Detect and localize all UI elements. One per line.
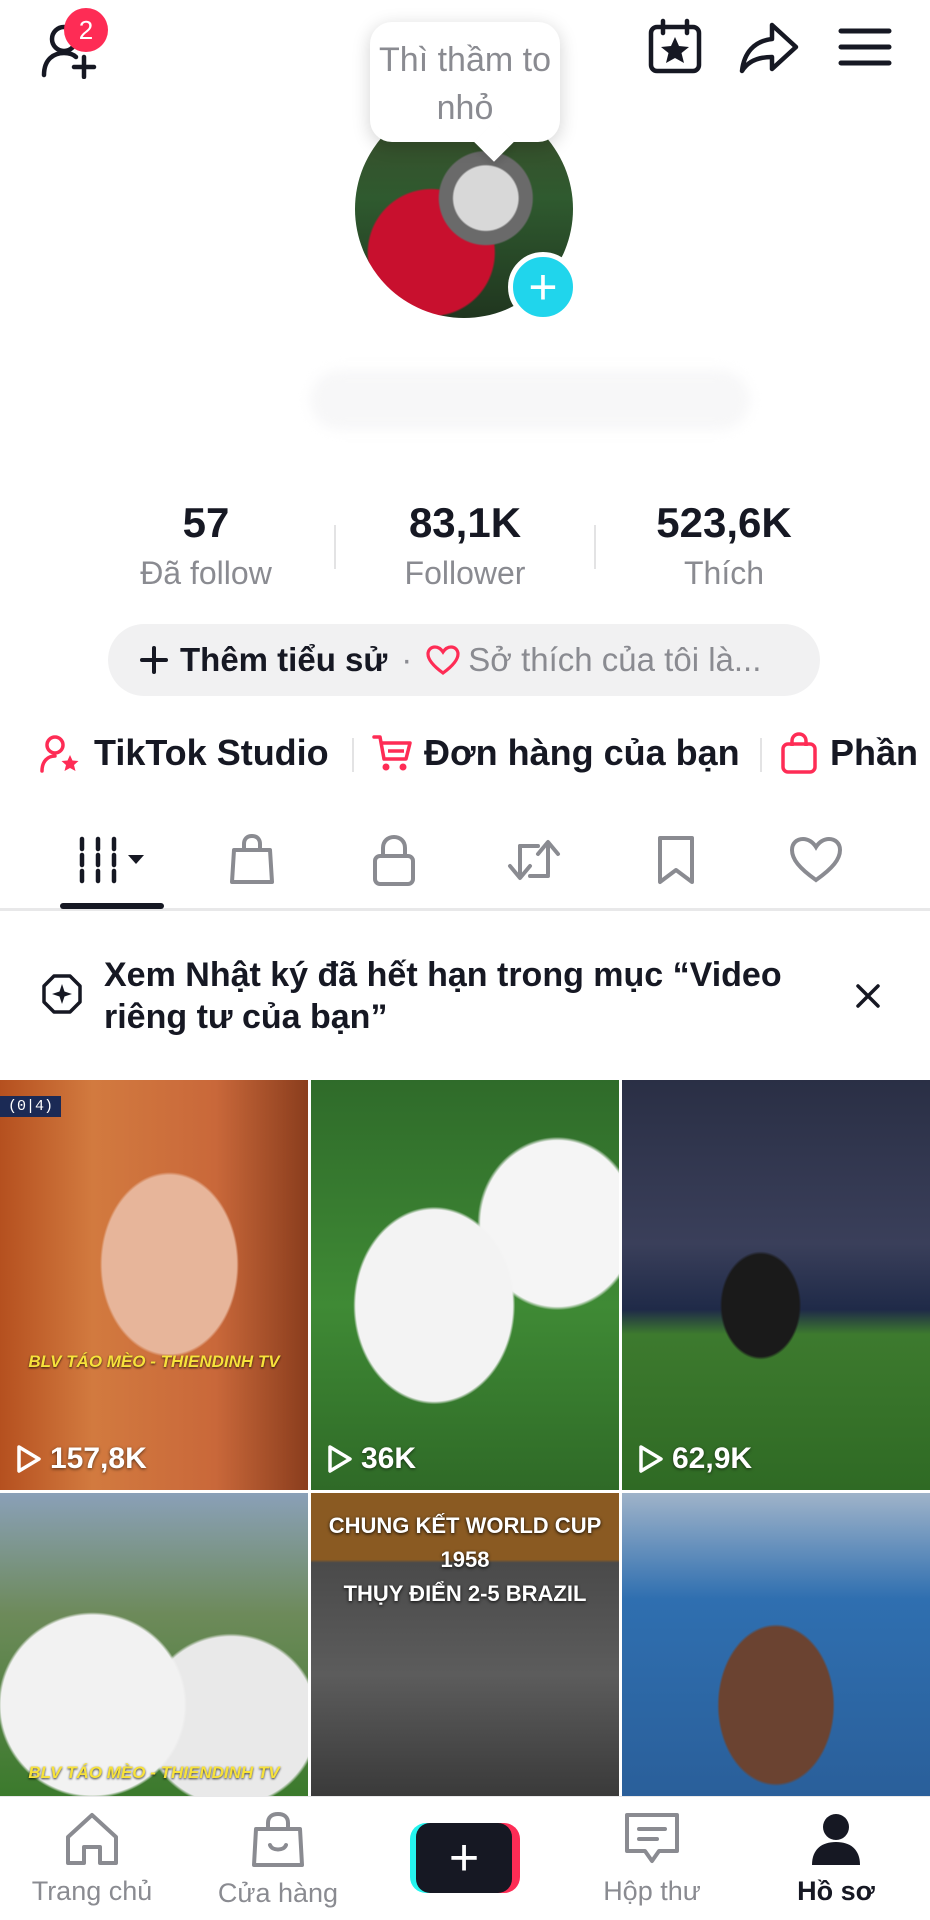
view-count: 157,8K [16,1442,147,1476]
video-thumbnail[interactable]: (0|4) BLV TÁO MÈO - THIENDINH TV 157,8K [0,1080,308,1490]
nav-profile-label: Hồ sơ [797,1876,875,1906]
tab-favorites[interactable] [626,825,726,895]
watermark: BLV TÁO MÈO - THIENDINH TV [28,1352,280,1371]
inbox-icon [625,1813,679,1863]
bottom-nav: Trang chủ Cửa hàng + Hộp thư Hồ sơ [0,1796,930,1920]
orders-label: Đơn hàng của bạn [424,732,740,773]
heart-icon [789,836,843,883]
stat-following[interactable]: 57 Đã follow [76,495,336,595]
play-icon [328,1445,352,1473]
followers-count: 83,1K [408,499,522,546]
shop-label: Phần [830,732,919,773]
tab-liked[interactable] [766,825,866,895]
lock-icon [373,834,415,886]
nav-home[interactable]: Trang chủ [12,1811,172,1907]
video-caption: CHUNG KẾT WORLD CUP 1958 THỤY ĐIỂN 2-5 B… [311,1509,619,1611]
video-grid: (0|4) BLV TÁO MÈO - THIENDINH TV 157,8K … [0,1080,930,1796]
nav-inbox[interactable]: Hộp thư [572,1811,732,1907]
caption-line: CHUNG KẾT WORLD CUP 1958 [328,1513,602,1572]
profile-icon [812,1814,860,1865]
watermark: BLV TÁO MÈO - THIENDINH TV [28,1763,280,1782]
heart-outline-icon [426,645,460,675]
interests-placeholder: Sở thích của tôi là... [468,641,762,678]
bio-separator: · [401,641,413,678]
content-tabs [0,815,930,911]
following-count: 57 [182,499,230,546]
add-bio-button[interactable]: Thêm tiểu sử · Sở thích của tôi là... [108,624,820,696]
tab-reposts[interactable] [484,825,584,895]
nav-profile[interactable]: Hồ sơ [756,1811,916,1907]
profile-stats: 57 Đã follow 83,1K Follower 523,6K Thích [0,495,930,595]
nav-shop[interactable]: Cửa hàng [198,1811,358,1909]
stat-followers[interactable]: 83,1K Follower [335,495,595,595]
video-thumbnail[interactable]: CHUNG KẾT WORLD CUP 1958 THỤY ĐIỂN 2-5 B… [311,1493,619,1796]
caption-line: THỤY ĐIỂN 2-5 BRAZIL [343,1581,587,1606]
friend-request-badge: 2 [64,8,108,52]
tiktok-studio-label: TikTok Studio [94,732,329,773]
likes-count: 523,6K [656,499,792,546]
divider [352,738,354,772]
play-icon [17,1445,41,1473]
repost-icon [508,840,560,880]
whisper-tooltip[interactable]: Thì thầm to nhỏ [370,22,560,142]
bag-icon [780,732,818,774]
shop-link[interactable]: Phần [780,728,918,778]
close-icon[interactable] [854,982,882,1010]
view-count-label: 157,8K [50,1442,147,1475]
plus-icon: + [416,1823,512,1893]
video-thumbnail[interactable]: 36K [311,1080,619,1490]
orders-link[interactable]: Đơn hàng của bạn [372,728,740,778]
nav-shop-label: Cửa hàng [217,1878,339,1908]
video-thumbnail[interactable]: 62,9K [622,1080,930,1490]
followers-label: Follower [404,555,526,591]
video-thumbnail[interactable] [622,1493,930,1796]
tab-shop[interactable] [202,825,302,895]
calendar-button[interactable] [642,14,708,80]
nav-inbox-label: Hộp thư [603,1876,701,1906]
following-label: Đã follow [140,555,272,591]
tab-private[interactable] [344,825,444,895]
username-blurred [310,370,750,430]
view-count: 62,9K [638,1442,752,1476]
shop-bag-icon [230,834,274,884]
bookmark-icon [658,836,694,884]
videos-grid-icon [79,836,144,884]
active-tab-indicator [60,903,164,909]
share-button[interactable] [734,14,804,80]
expired-stories-notice[interactable]: Xem Nhật ký đã hết hạn trong mục “Video … [0,942,930,1052]
tiktok-studio-link[interactable]: TikTok Studio [40,728,329,778]
profile-links: TikTok Studio Đơn hàng của bạn Phần [0,728,930,778]
divider [760,738,762,772]
nav-home-label: Trang chủ [31,1876,153,1906]
tab-videos[interactable] [62,825,162,895]
likes-label: Thích [683,555,765,591]
calendar-star-icon [648,18,702,74]
add-avatar-icon[interactable]: + [508,252,578,322]
cart-icon [372,733,412,773]
play-icon [639,1445,663,1473]
view-count-label: 62,9K [672,1442,753,1475]
hamburger-menu-icon [838,28,892,66]
share-icon [739,22,799,74]
video-thumbnail[interactable]: BLV TÁO MÈO - THIENDINH TV [0,1493,308,1796]
plus-icon [140,646,168,674]
home-icon [66,1813,118,1865]
score-tag: (0|4) [0,1096,62,1117]
view-count-label: 36K [361,1442,417,1475]
add-bio-label: Thêm tiểu sử [180,641,388,678]
stat-likes[interactable]: 523,6K Thích [594,495,854,595]
sparkle-box-icon [42,974,82,1014]
person-star-icon [40,733,82,773]
create-button[interactable]: + [410,1823,520,1893]
menu-button[interactable] [832,14,898,80]
notice-text: Xem Nhật ký đã hết hạn trong mục “Video … [104,956,782,1036]
view-count: 36K [327,1442,416,1476]
shopping-bag-icon [252,1811,304,1867]
